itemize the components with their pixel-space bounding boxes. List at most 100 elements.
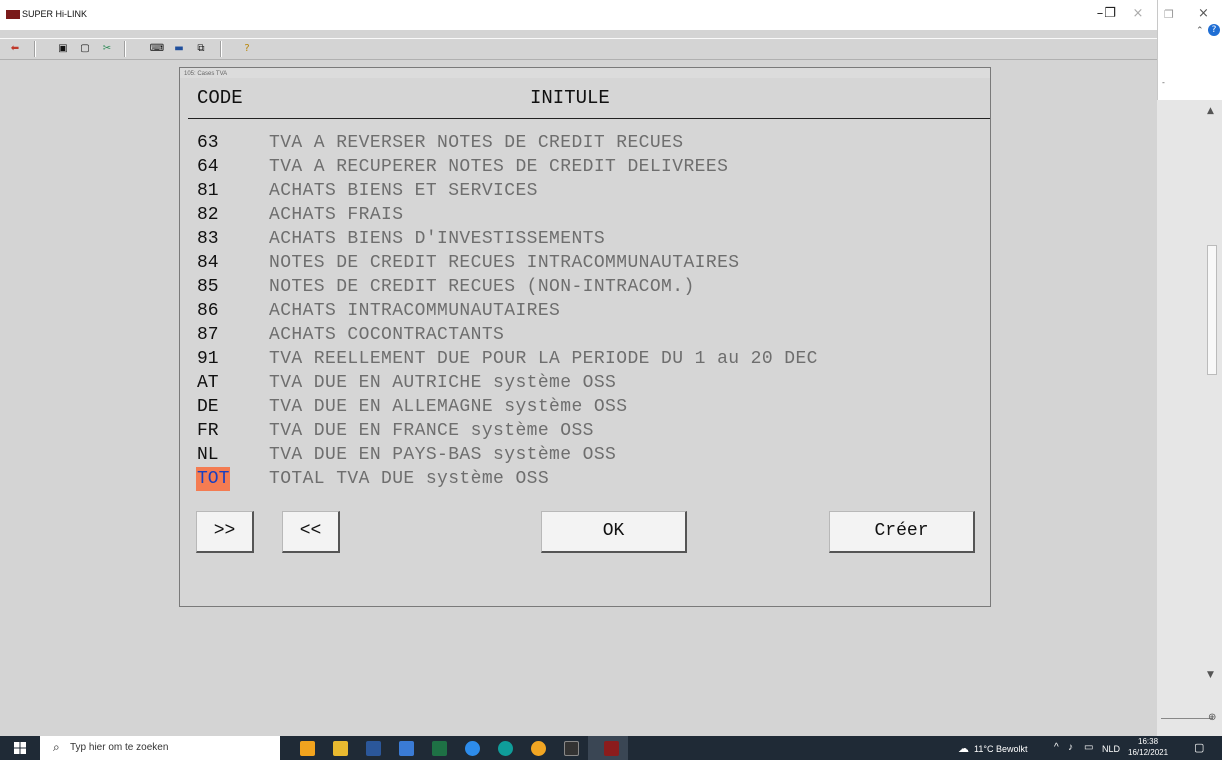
- scroll-up-icon[interactable]: ▲: [1207, 106, 1214, 116]
- word-task-icon[interactable]: [366, 741, 381, 756]
- list-item[interactable]: AT TVA DUE EN AUTRICHE système OSS: [196, 371, 986, 395]
- scrollbar-thumb[interactable]: [1207, 245, 1217, 375]
- help-circle-icon[interactable]: ?: [1208, 24, 1220, 36]
- list-item-label: ACHATS COCONTRACTANTS: [269, 325, 505, 345]
- list-item[interactable]: 64 TVA A RECUPERER NOTES DE CREDIT DELIVR…: [196, 155, 986, 179]
- list-item-code: 82: [197, 205, 219, 225]
- list-item-label: NOTES DE CREDIT RECUES INTRACOMMUNAUTAIR…: [269, 253, 740, 273]
- prev-page-button[interactable]: <<: [282, 511, 340, 553]
- list-item-code: 84: [197, 253, 219, 273]
- list-item[interactable]: 81 ACHATS BIENS ET SERVICES: [196, 179, 986, 203]
- help-icon[interactable]: ?: [240, 42, 254, 56]
- notification-icon[interactable]: ▢: [1194, 741, 1204, 754]
- list-item-code: 64: [197, 157, 219, 177]
- list-item[interactable]: 86 ACHATS INTRACOMMUNAUTAIRES: [196, 299, 986, 323]
- clock-date[interactable]: 16/12/2021: [1128, 748, 1168, 757]
- list-item-label: TVA DUE EN ALLEMAGNE système OSS: [269, 397, 628, 417]
- list-item[interactable]: 63 TVA A REVERSER NOTES DE CREDIT RECUES: [196, 131, 986, 155]
- zoom-in-icon[interactable]: ⊕: [1208, 712, 1216, 723]
- file-explorer-task-icon[interactable]: [333, 741, 348, 756]
- copy-icon[interactable]: ⧉: [194, 42, 208, 56]
- terminal-task-icon[interactable]: [564, 741, 579, 756]
- chevron-up-icon[interactable]: ^: [1054, 742, 1059, 753]
- restore-button[interactable]: ❐: [1096, 4, 1124, 24]
- panel-dash: -: [1162, 78, 1165, 87]
- list-item-code: 81: [197, 181, 219, 201]
- outlook-task-icon[interactable]: [300, 741, 315, 756]
- list-item-code: 83: [197, 229, 219, 249]
- panel-restore-icon[interactable]: ❐: [1164, 8, 1174, 21]
- taskbar-search[interactable]: ⌕ Typ hier om te zoeken: [40, 736, 280, 760]
- toolbar: ⬅ ▣ ▢ ✂ ⌨ ▬ ⧉ ?: [0, 38, 1157, 60]
- list-item[interactable]: 87 ACHATS COCONTRACTANTS: [196, 323, 986, 347]
- list-item-code: DE: [197, 397, 219, 417]
- list-item[interactable]: 83 ACHATS BIENS D'INVESTISSEMENTS: [196, 227, 986, 251]
- list-item-label: ACHATS INTRACOMMUNAUTAIRES: [269, 301, 561, 321]
- list-item[interactable]: 91 TVA REELLEMENT DUE POUR LA PERIODE DU …: [196, 347, 986, 371]
- list-item[interactable]: FR TVA DUE EN FRANCE système OSS: [196, 419, 986, 443]
- dialog-title: 105: Cases TVA: [184, 71, 228, 77]
- cloud-icon: ☁: [958, 743, 969, 755]
- list-item-label: ACHATS FRAIS: [269, 205, 404, 225]
- weather-text[interactable]: 11°C Bewolkt: [974, 744, 1027, 754]
- list-item-code: TOT: [196, 467, 231, 491]
- list-item-code: 85: [197, 277, 219, 297]
- keyboard-icon[interactable]: ⌨: [148, 42, 166, 56]
- list-item-code: 91: [197, 349, 219, 369]
- column-header-intitule: INITULE: [530, 87, 610, 109]
- windows-start-icon[interactable]: [14, 742, 26, 754]
- header-divider: [188, 118, 990, 119]
- app-title: SUPER Hi-LINK: [22, 9, 88, 19]
- close-button[interactable]: ×: [1124, 4, 1152, 24]
- clock-time[interactable]: 16:38: [1138, 737, 1158, 746]
- screen-icon[interactable]: ▬: [172, 42, 186, 56]
- toolbar-separator: [220, 41, 222, 57]
- language-indicator[interactable]: NLD: [1102, 744, 1120, 754]
- excel-task-icon[interactable]: [432, 741, 447, 756]
- list-item-code: FR: [197, 421, 219, 441]
- list-item-code: AT: [197, 373, 219, 393]
- list-item[interactable]: NL TVA DUE EN PAYS-BAS système OSS: [196, 443, 986, 467]
- list-item[interactable]: TOT TOTAL TVA DUE système OSS: [196, 467, 986, 491]
- list-item-code: 63: [197, 133, 219, 153]
- title-bar: SUPER Hi-LINK – ❐ ×: [0, 0, 1157, 30]
- list-item[interactable]: 85 NOTES DE CREDIT RECUES (NON-INTRACOM.): [196, 275, 986, 299]
- calculator-task-icon[interactable]: [399, 741, 414, 756]
- list-item-code: NL: [197, 445, 219, 465]
- list-item[interactable]: 84 NOTES DE CREDIT RECUES INTRACOMMUNAUTA…: [196, 251, 986, 275]
- chrome-task-icon[interactable]: [531, 741, 546, 756]
- back-arrow-icon[interactable]: ⬅: [8, 42, 22, 56]
- next-page-button[interactable]: >>: [196, 511, 254, 553]
- taskbar: ⌕ Typ hier om te zoeken ☁ 11°C Bewolkt ^…: [0, 736, 1222, 760]
- zoom-slider[interactable]: [1161, 718, 1213, 719]
- list-item-code: 87: [197, 325, 219, 345]
- edge-task-icon[interactable]: [498, 741, 513, 756]
- speaker-icon[interactable]: ♪: [1068, 742, 1073, 753]
- app-window: SUPER Hi-LINK – ❐ × ⬅ ▣ ▢ ✂ ⌨ ▬ ⧉ ? 105:…: [0, 0, 1157, 736]
- list-item-code: 86: [197, 301, 219, 321]
- scissors-icon[interactable]: ✂: [100, 42, 114, 56]
- column-header-code: CODE: [197, 87, 243, 109]
- network-icon[interactable]: ▭: [1084, 742, 1093, 753]
- list-item-label: TVA REELLEMENT DUE POUR LA PERIODE DU 1 …: [269, 349, 818, 369]
- collapse-icon[interactable]: ⌃: [1196, 26, 1204, 36]
- side-panel-scroll-area: ▲ ▼ ⊕: [1157, 100, 1222, 736]
- list-item-label: TVA DUE EN PAYS-BAS système OSS: [269, 445, 617, 465]
- scroll-down-icon[interactable]: ▼: [1207, 670, 1214, 680]
- ok-button[interactable]: OK: [541, 511, 687, 553]
- teamviewer-task-icon[interactable]: [465, 741, 480, 756]
- dialog-title-bar: [180, 68, 990, 78]
- list-item-label: NOTES DE CREDIT RECUES (NON-INTRACOM.): [269, 277, 695, 297]
- search-placeholder: Typ hier om te zoeken: [70, 742, 169, 753]
- list-item[interactable]: 82 ACHATS FRAIS: [196, 203, 986, 227]
- hilink-task-icon[interactable]: [604, 741, 619, 756]
- create-button[interactable]: Créer: [829, 511, 975, 553]
- panel-close-icon[interactable]: ×: [1198, 6, 1209, 21]
- cases-tva-dialog: 105: Cases TVA CODE INITULE 63 TVA A REVE…: [179, 67, 991, 607]
- new-document-icon[interactable]: ▢: [78, 42, 92, 56]
- search-icon: ⌕: [53, 740, 60, 754]
- search-doc-icon[interactable]: ▣: [56, 42, 70, 56]
- list-item-label: TVA DUE EN FRANCE système OSS: [269, 421, 594, 441]
- list-item[interactable]: DE TVA DUE EN ALLEMAGNE système OSS: [196, 395, 986, 419]
- list-item-label: ACHATS BIENS D'INVESTISSEMENTS: [269, 229, 606, 249]
